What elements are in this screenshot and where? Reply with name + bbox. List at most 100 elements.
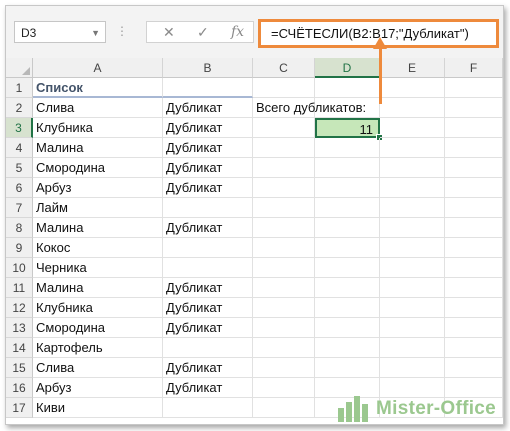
cell-b12[interactable]: Дубликат <box>163 298 253 318</box>
cell-a8[interactable]: Малина <box>33 218 163 238</box>
cell-f6[interactable] <box>445 178 503 198</box>
cell-e2[interactable] <box>380 98 445 118</box>
cell-c15[interactable] <box>253 358 315 378</box>
column-header-d[interactable]: D <box>315 58 380 78</box>
cell-f12[interactable] <box>445 298 503 318</box>
insert-function-icon[interactable]: fx <box>231 22 244 42</box>
cell-b5[interactable]: Дубликат <box>163 158 253 178</box>
row-header-7[interactable]: 7 <box>6 198 33 218</box>
cell-e15[interactable] <box>380 358 445 378</box>
row-header-16[interactable]: 16 <box>6 378 33 398</box>
cell-b1[interactable] <box>163 78 253 98</box>
cell-e9[interactable] <box>380 238 445 258</box>
cell-b13[interactable]: Дубликат <box>163 318 253 338</box>
row-header-5[interactable]: 5 <box>6 158 33 178</box>
cell-e8[interactable] <box>380 218 445 238</box>
cell-c13[interactable] <box>253 318 315 338</box>
cell-c11[interactable] <box>253 278 315 298</box>
cell-e13[interactable] <box>380 318 445 338</box>
cell-d10[interactable] <box>315 258 380 278</box>
cell-c3[interactable] <box>253 118 315 138</box>
cell-b10[interactable] <box>163 258 253 278</box>
cell-e3[interactable] <box>380 118 445 138</box>
column-header-e[interactable]: E <box>380 58 445 78</box>
cell-f13[interactable] <box>445 318 503 338</box>
cell-b16[interactable]: Дубликат <box>163 378 253 398</box>
cell-f8[interactable] <box>445 218 503 238</box>
cancel-icon[interactable]: ✕ <box>163 22 175 42</box>
cell-e14[interactable] <box>380 338 445 358</box>
cell-a1[interactable]: Список <box>33 78 163 98</box>
cell-a11[interactable]: Малина <box>33 278 163 298</box>
cell-b9[interactable] <box>163 238 253 258</box>
cell-e6[interactable] <box>380 178 445 198</box>
cell-d2[interactable] <box>315 98 380 118</box>
cell-f3[interactable] <box>445 118 503 138</box>
cell-b8[interactable]: Дубликат <box>163 218 253 238</box>
cell-f9[interactable] <box>445 238 503 258</box>
column-header-c[interactable]: C <box>253 58 315 78</box>
cell-e12[interactable] <box>380 298 445 318</box>
cell-a4[interactable]: Малина <box>33 138 163 158</box>
row-header-3[interactable]: 3 <box>6 118 33 138</box>
cell-c6[interactable] <box>253 178 315 198</box>
cell-d5[interactable] <box>315 158 380 178</box>
row-header-6[interactable]: 6 <box>6 178 33 198</box>
cell-d13[interactable] <box>315 318 380 338</box>
cell-d6[interactable] <box>315 178 380 198</box>
cell-c8[interactable] <box>253 218 315 238</box>
cell-d1[interactable] <box>315 78 380 98</box>
row-header-14[interactable]: 14 <box>6 338 33 358</box>
row-header-15[interactable]: 15 <box>6 358 33 378</box>
cell-d12[interactable] <box>315 298 380 318</box>
cell-b15[interactable]: Дубликат <box>163 358 253 378</box>
cell-f4[interactable] <box>445 138 503 158</box>
row-header-8[interactable]: 8 <box>6 218 33 238</box>
cell-b7[interactable] <box>163 198 253 218</box>
row-header-2[interactable]: 2 <box>6 98 33 118</box>
column-header-a[interactable]: A <box>33 58 163 78</box>
cell-a2[interactable]: Слива <box>33 98 163 118</box>
cell-c17[interactable] <box>253 398 315 418</box>
cell-b6[interactable]: Дубликат <box>163 178 253 198</box>
cell-a6[interactable]: Арбуз <box>33 178 163 198</box>
cell-a16[interactable]: Арбуз <box>33 378 163 398</box>
cell-a9[interactable]: Кокос <box>33 238 163 258</box>
cell-c12[interactable] <box>253 298 315 318</box>
cell-f5[interactable] <box>445 158 503 178</box>
cell-c16[interactable] <box>253 378 315 398</box>
column-header-b[interactable]: B <box>163 58 253 78</box>
check-icon[interactable]: ✓ <box>197 22 209 42</box>
cell-c10[interactable] <box>253 258 315 278</box>
select-all-corner[interactable] <box>6 58 33 78</box>
cell-d9[interactable] <box>315 238 380 258</box>
cell-f15[interactable] <box>445 358 503 378</box>
cell-c5[interactable] <box>253 158 315 178</box>
cell-f11[interactable] <box>445 278 503 298</box>
cell-d11[interactable] <box>315 278 380 298</box>
row-header-10[interactable]: 10 <box>6 258 33 278</box>
cell-e4[interactable] <box>380 138 445 158</box>
cell-a10[interactable]: Черника <box>33 258 163 278</box>
cell-b3[interactable]: Дубликат <box>163 118 253 138</box>
cell-c1[interactable] <box>253 78 315 98</box>
cell-a14[interactable]: Картофель <box>33 338 163 358</box>
cell-b2[interactable]: Дубликат <box>163 98 253 118</box>
row-header-17[interactable]: 17 <box>6 398 33 418</box>
cell-d14[interactable] <box>315 338 380 358</box>
cell-b14[interactable] <box>163 338 253 358</box>
cell-e10[interactable] <box>380 258 445 278</box>
cell-e11[interactable] <box>380 278 445 298</box>
cell-d15[interactable] <box>315 358 380 378</box>
cell-f10[interactable] <box>445 258 503 278</box>
chevron-down-icon[interactable]: ▼ <box>91 22 100 44</box>
cell-d7[interactable] <box>315 198 380 218</box>
cell-b17[interactable] <box>163 398 253 418</box>
row-header-9[interactable]: 9 <box>6 238 33 258</box>
cell-d4[interactable] <box>315 138 380 158</box>
cell-d8[interactable] <box>315 218 380 238</box>
cell-a17[interactable]: Киви <box>33 398 163 418</box>
cell-a5[interactable]: Смородина <box>33 158 163 178</box>
cell-a13[interactable]: Смородина <box>33 318 163 338</box>
name-box[interactable]: D3 ▼ <box>14 21 106 43</box>
